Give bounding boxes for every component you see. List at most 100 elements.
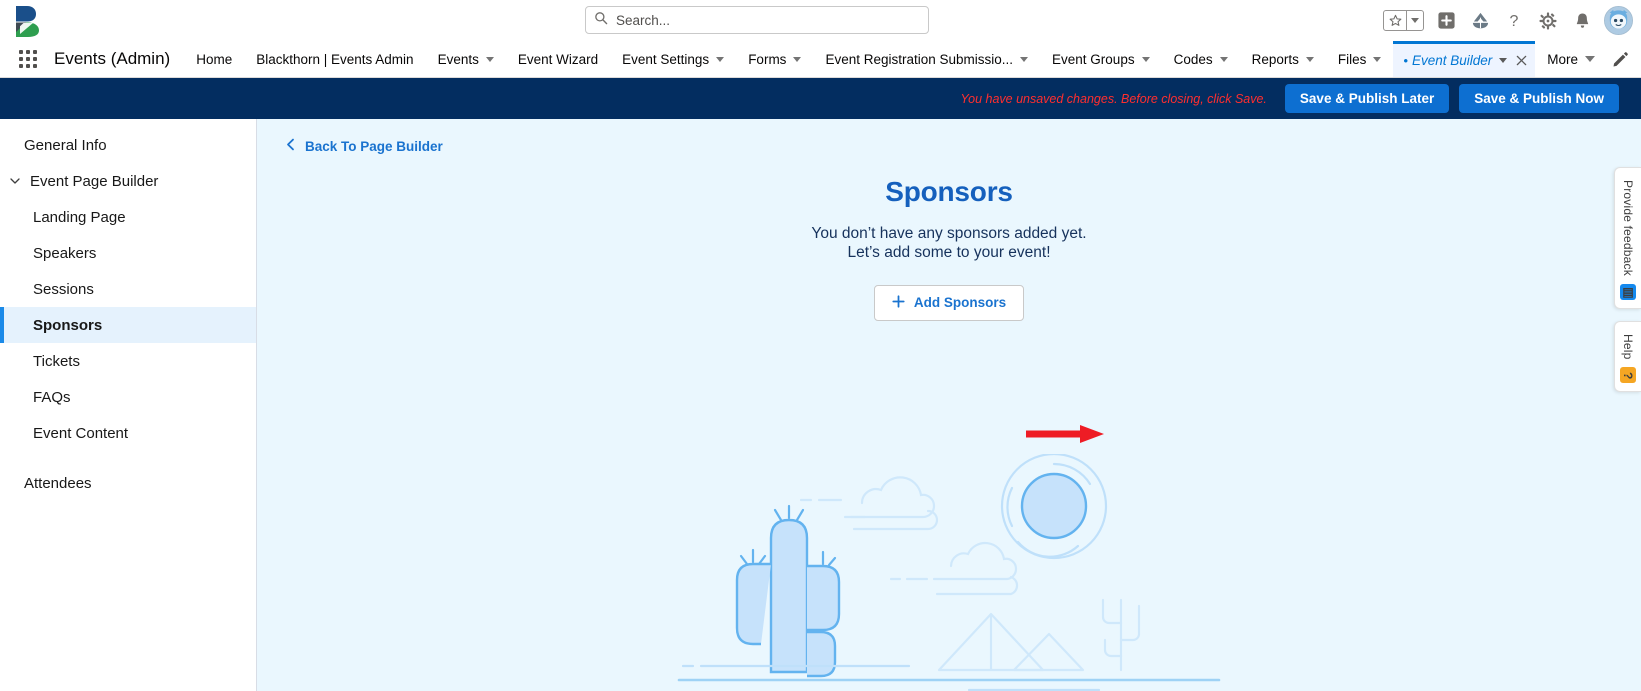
nav-item-label: Files <box>1337 51 1367 67</box>
sidebar-group-event-page-builder[interactable]: Event Page Builder <box>0 163 256 199</box>
sidebar-group-label: Event Page Builder <box>30 172 159 190</box>
event-builder-sidebar: General Info Event Page Builder Landing … <box>0 119 257 691</box>
cloud-icon[interactable] <box>1468 9 1492 33</box>
nav-item-event-settings[interactable]: Event Settings <box>610 41 736 77</box>
favorites-star-icon[interactable] <box>1384 11 1406 30</box>
sidebar-item-label: Attendees <box>24 474 92 492</box>
red-arrow-annotation <box>1026 424 1104 444</box>
sidebar-item-general-info[interactable]: General Info <box>0 127 256 163</box>
app-launcher-icon <box>19 50 37 68</box>
nav-item-label: Event Wizard <box>517 51 599 67</box>
sidebar-item-event-content[interactable]: Event Content <box>0 415 256 451</box>
svg-text:?: ? <box>1510 13 1519 30</box>
favorites-dropdown-icon[interactable] <box>1406 11 1423 30</box>
nav-item-label: Forms <box>748 51 787 67</box>
setup-gear-icon[interactable] <box>1536 9 1560 33</box>
nav-item-blackthorn-events-admin[interactable]: Blackthorn | Events Admin <box>244 41 425 77</box>
sidebar-item-landing-page[interactable]: Landing Page <box>0 199 256 235</box>
unsaved-marker-icon: • <box>1403 53 1408 68</box>
chevron-down-icon[interactable] <box>1141 56 1150 62</box>
chevron-down-icon[interactable] <box>485 56 494 62</box>
sidebar-item-sponsors[interactable]: Sponsors <box>0 307 256 343</box>
blackthorn-logo[interactable] <box>10 2 48 40</box>
nav-item-reports[interactable]: Reports <box>1240 41 1326 77</box>
main-content: Back To Page Builder Sponsors You don’t … <box>257 119 1641 691</box>
plus-icon <box>892 295 905 311</box>
search-box[interactable] <box>585 6 929 34</box>
app-name[interactable]: Events (Admin) <box>46 41 184 77</box>
edge-tab-group: Provide feedback ▤ Help ? <box>1614 167 1641 393</box>
chevron-down-icon[interactable] <box>1219 56 1228 62</box>
chevron-down-icon[interactable] <box>1499 58 1508 63</box>
page-body: General Info Event Page Builder Landing … <box>0 119 1641 691</box>
nav-item-label: Event Groups <box>1052 51 1135 67</box>
nav-item-event-groups[interactable]: Event Groups <box>1040 41 1162 77</box>
search-icon <box>594 11 616 30</box>
sidebar-item-label: Speakers <box>33 244 97 262</box>
unsaved-changes-bar: You have unsaved changes. Before closing… <box>0 78 1641 119</box>
chevron-left-icon <box>285 138 296 154</box>
sidebar-item-label: Sponsors <box>33 316 103 334</box>
back-link-label: Back To Page Builder <box>305 138 443 154</box>
chevron-down-icon[interactable] <box>8 174 22 188</box>
user-avatar[interactable] <box>1604 6 1633 35</box>
add-icon[interactable] <box>1434 9 1458 33</box>
provide-feedback-label: Provide feedback <box>1621 180 1635 276</box>
sidebar-item-label: FAQs <box>33 388 71 406</box>
nav-item-codes[interactable]: Codes <box>1162 41 1240 77</box>
sidebar-item-attendees[interactable]: Attendees <box>0 465 256 501</box>
empty-state-message-line2: Let’s add some to your event! <box>847 243 1051 261</box>
nav-item-label: Event Settings <box>622 51 710 67</box>
sidebar-item-speakers[interactable]: Speakers <box>0 235 256 271</box>
sidebar-item-faqs[interactable]: FAQs <box>0 379 256 415</box>
nav-tab-label: Event Builder <box>1411 53 1493 68</box>
chevron-down-icon[interactable] <box>1373 56 1382 62</box>
empty-state-message: You don’t have any sponsors added yet. L… <box>257 225 1641 263</box>
nav-item-forms[interactable]: Forms <box>736 41 813 77</box>
sidebar-item-label: Sessions <box>33 280 94 298</box>
chevron-down-icon[interactable] <box>716 56 725 62</box>
nav-item-files[interactable]: Files <box>1326 41 1394 77</box>
nav-item-label: Home <box>196 51 233 67</box>
chevron-down-filled-icon[interactable] <box>1585 56 1596 62</box>
sidebar-item-label: Landing Page <box>33 208 126 226</box>
help-widget-icon: ? <box>1620 367 1636 384</box>
sidebar-item-label: Tickets <box>33 352 80 370</box>
empty-state-message-line1: You don’t have any sponsors added yet. <box>811 225 1087 242</box>
chevron-down-icon[interactable] <box>1020 56 1029 62</box>
desert-empty-state-illustration <box>669 452 1229 691</box>
notifications-bell-icon[interactable] <box>1570 9 1594 33</box>
chevron-down-icon[interactable] <box>793 56 802 62</box>
provide-feedback-tab[interactable]: Provide feedback ▤ <box>1614 167 1641 309</box>
back-to-page-builder-link[interactable]: Back To Page Builder <box>285 138 443 154</box>
nav-item-more[interactable]: More <box>1535 41 1607 77</box>
help-tab[interactable]: Help ? <box>1614 320 1641 393</box>
nav-item-event-wizard[interactable]: Event Wizard <box>506 41 610 77</box>
global-header: ? <box>0 0 1641 41</box>
nav-item-label: Event Registration Submissio... <box>825 51 1014 67</box>
sidebar-item-tickets[interactable]: Tickets <box>0 343 256 379</box>
sponsors-empty-state: Sponsors You don’t have any sponsors add… <box>257 176 1641 321</box>
save-and-publish-later-button[interactable]: Save & Publish Later <box>1284 84 1450 113</box>
nav-item-home[interactable]: Home <box>184 41 244 77</box>
sidebar-item-sessions[interactable]: Sessions <box>0 271 256 307</box>
close-tab-icon[interactable] <box>1516 55 1527 66</box>
help-tab-label: Help <box>1621 333 1635 360</box>
nav-item-events[interactable]: Events <box>426 41 506 77</box>
sidebar-item-label: Event Content <box>33 424 129 442</box>
nav-item-event-registration-submissions[interactable]: Event Registration Submissio... <box>813 41 1040 77</box>
nav-item-label: More <box>1547 51 1579 67</box>
app-launcher-button[interactable] <box>10 41 46 77</box>
chevron-down-icon[interactable] <box>1305 56 1314 62</box>
save-and-publish-now-button[interactable]: Save & Publish Now <box>1459 84 1619 113</box>
add-sponsors-button[interactable]: Add Sponsors <box>873 284 1025 321</box>
favorites-group[interactable] <box>1383 10 1424 31</box>
feedback-icon: ▤ <box>1620 283 1636 300</box>
help-icon[interactable]: ? <box>1502 9 1526 33</box>
nav-item-label: Blackthorn | Events Admin <box>256 51 414 67</box>
search-input[interactable] <box>616 12 920 28</box>
nav-tab-event-builder[interactable]: • Event Builder <box>1393 41 1536 77</box>
unsaved-changes-message: You have unsaved changes. Before closing… <box>960 91 1267 106</box>
nav-item-list: Home Blackthorn | Events Admin Events Ev… <box>184 41 1599 77</box>
global-search[interactable] <box>585 6 929 34</box>
